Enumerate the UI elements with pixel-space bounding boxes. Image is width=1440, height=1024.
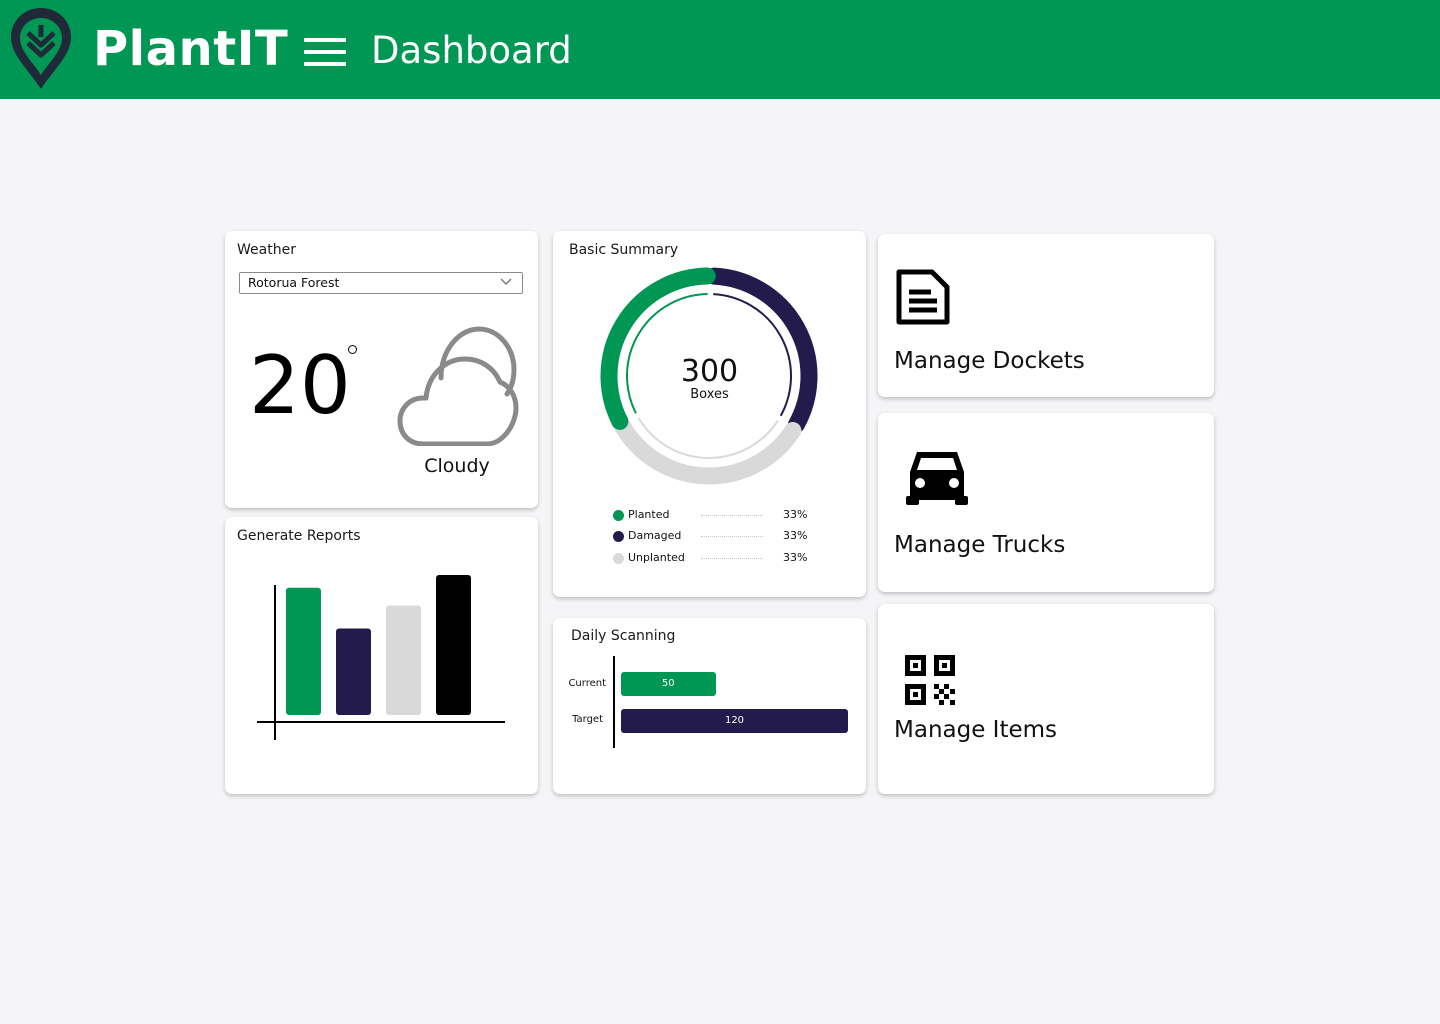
location-select[interactable]: Rotorua Forest [239, 272, 523, 294]
hbar-target: 120 [621, 709, 848, 733]
page-title: Dashboard [371, 29, 572, 72]
weather-condition: Cloudy [424, 455, 490, 477]
legend-label: Planted [628, 508, 670, 521]
document-icon [896, 269, 950, 325]
legend-percent: 33% [783, 529, 808, 542]
legend-unplanted: Unplanted 33% [613, 550, 813, 568]
legend-damaged: Damaged 33% [613, 528, 813, 546]
legend-dot-damaged [613, 531, 624, 542]
summary-card: Basic Summary 300 Boxes Planted 33% Dama… [553, 231, 866, 597]
legend-dot-unplanted [613, 553, 624, 564]
donut-slice-unplanted-inner [637, 417, 779, 459]
hbar-value-target: 120 [724, 715, 745, 726]
legend-planted: Planted 33% [613, 507, 813, 525]
chevron-down-icon [500, 278, 512, 285]
hamburger-menu-icon[interactable] [304, 38, 346, 66]
reports-card[interactable]: Generate Reports [225, 517, 538, 794]
temperature-value: 20 [249, 339, 351, 432]
manage-trucks-label: Manage Trucks [894, 532, 1066, 558]
manage-items-label: Manage Items [894, 717, 1058, 743]
weather-title: Weather [237, 242, 296, 258]
degree-symbol [348, 345, 357, 354]
top-bar: PlantIT Dashboard [0, 0, 1440, 99]
hbar-value-current: 50 [661, 678, 675, 689]
reports-bar-chart [257, 575, 505, 740]
summary-total: 300 [680, 354, 739, 389]
manage-dockets-card[interactable]: Manage Dockets [878, 234, 1214, 397]
scanning-axis [613, 656, 615, 748]
legend-percent: 33% [783, 551, 808, 564]
hbar-label-current: Current [568, 678, 606, 689]
summary-title: Basic Summary [569, 242, 679, 258]
brand-name: PlantIT [93, 21, 289, 77]
legend-label: Damaged [628, 529, 682, 542]
summary-unit: Boxes [690, 387, 729, 402]
report-bar [436, 575, 471, 715]
scanning-card: Daily Scanning Current Target 50 120 [553, 618, 866, 794]
reports-title: Generate Reports [237, 528, 361, 544]
legend-percent: 33% [783, 508, 808, 521]
car-icon [906, 452, 968, 505]
hbar-current: 50 [621, 672, 716, 696]
report-bar [286, 587, 321, 715]
legend-dot-planted [613, 510, 624, 521]
manage-trucks-card[interactable]: Manage Trucks [878, 413, 1214, 592]
weather-card: Weather Rotorua Forest 20 Cloudy [225, 231, 538, 508]
legend-label: Unplanted [628, 551, 685, 564]
qr-code-icon [905, 655, 955, 705]
scanning-title: Daily Scanning [571, 628, 676, 644]
cloud-icon [397, 326, 519, 446]
logo-icon[interactable] [8, 5, 74, 93]
report-bar [386, 605, 421, 715]
manage-dockets-label: Manage Dockets [894, 348, 1085, 374]
manage-items-card[interactable]: Manage Items [878, 604, 1214, 794]
location-value: Rotorua Forest [248, 275, 340, 290]
hbar-label-target: Target [572, 714, 603, 725]
report-bar [336, 628, 371, 715]
